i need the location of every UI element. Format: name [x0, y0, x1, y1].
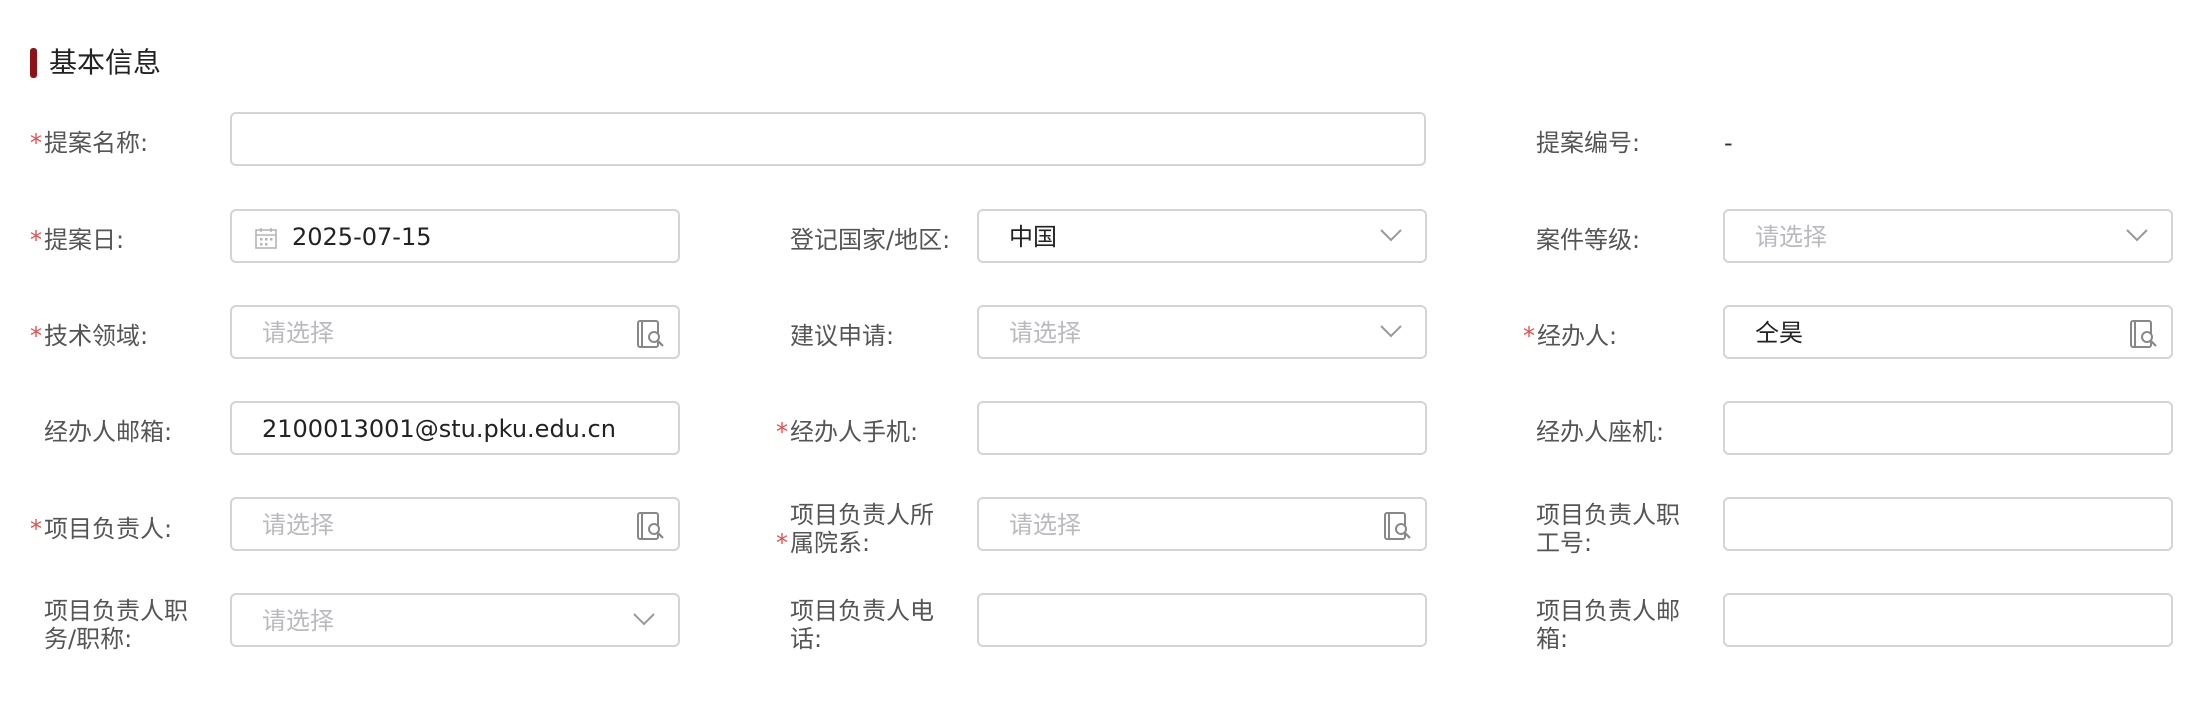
- calendar-icon: [255, 228, 277, 249]
- handler-email-value: 2100013001@stu.pku.edu.cn: [262, 415, 616, 443]
- chevron-down-icon: [2126, 229, 2148, 242]
- handler-value: 仝昊: [1755, 319, 1803, 347]
- address-book-search-icon[interactable]: [636, 510, 666, 542]
- suggest-apply-placeholder: 请选择: [1009, 319, 1081, 347]
- handler-phone-input[interactable]: [1723, 401, 2173, 455]
- chevron-down-icon: [633, 613, 655, 626]
- proposal-date-value: 2025-07-15: [292, 223, 432, 251]
- project-leader-label: *项目负责人:: [30, 515, 173, 543]
- leader-tel-input[interactable]: [977, 593, 1427, 647]
- case-level-placeholder: 请选择: [1755, 223, 1827, 251]
- case-level-label: 案件等级:: [1536, 226, 1641, 254]
- case-level-select[interactable]: 请选择: [1723, 209, 2173, 263]
- leader-dept-label: *项目负责人所 *属院系:: [776, 501, 934, 557]
- chevron-down-icon: [1380, 325, 1402, 338]
- handler-mobile-label: *经办人手机:: [776, 418, 919, 446]
- tech-field-label: *技术领域:: [30, 322, 149, 350]
- project-leader-picker[interactable]: 请选择: [230, 497, 680, 551]
- proposal-no-label: 提案编号:: [1536, 129, 1641, 157]
- suggest-apply-select[interactable]: 请选择: [977, 305, 1427, 359]
- leader-staff-no-input[interactable]: [1723, 497, 2173, 551]
- leader-title-placeholder: 请选择: [262, 607, 334, 635]
- leader-title-label: 项目负责人职 务/职称:: [44, 597, 188, 653]
- leader-dept-picker[interactable]: 请选择: [977, 497, 1427, 551]
- section-accent-bar: [30, 48, 37, 78]
- leader-staff-no-label: 项目负责人职 工号:: [1536, 501, 1680, 557]
- handler-phone-label: 经办人座机:: [1536, 418, 1665, 446]
- handler-mobile-input[interactable]: [977, 401, 1427, 455]
- project-leader-placeholder: 请选择: [262, 511, 334, 539]
- proposal-no-value: -: [1724, 129, 1733, 157]
- leader-dept-placeholder: 请选择: [1009, 511, 1081, 539]
- address-book-search-icon[interactable]: [2129, 318, 2159, 350]
- address-book-search-icon[interactable]: [1383, 510, 1413, 542]
- section-title: 基本信息: [49, 46, 162, 79]
- leader-title-select[interactable]: 请选择: [230, 593, 680, 647]
- proposal-name-input[interactable]: [230, 112, 1426, 166]
- country-label: 登记国家/地区:: [790, 226, 951, 254]
- address-book-search-icon[interactable]: [636, 318, 666, 350]
- proposal-name-label: *提案名称:: [30, 129, 149, 157]
- leader-email-label: 项目负责人邮 箱:: [1536, 597, 1680, 653]
- handler-label: *经办人:: [1523, 322, 1618, 350]
- handler-picker[interactable]: 仝昊: [1723, 305, 2173, 359]
- country-select[interactable]: 中国: [977, 209, 1427, 263]
- leader-email-input[interactable]: [1723, 593, 2173, 647]
- handler-email-input[interactable]: 2100013001@stu.pku.edu.cn: [230, 401, 680, 455]
- tech-field-placeholder: 请选择: [262, 319, 334, 347]
- suggest-apply-label: 建议申请:: [790, 322, 895, 350]
- handler-email-label: 经办人邮箱:: [44, 418, 173, 446]
- proposal-date-label: *提案日:: [30, 226, 125, 254]
- country-value: 中国: [1009, 223, 1057, 251]
- leader-tel-label: 项目负责人电 话:: [790, 597, 934, 653]
- chevron-down-icon: [1380, 229, 1402, 242]
- tech-field-picker[interactable]: 请选择: [230, 305, 680, 359]
- proposal-date-picker[interactable]: 2025-07-15: [230, 209, 680, 263]
